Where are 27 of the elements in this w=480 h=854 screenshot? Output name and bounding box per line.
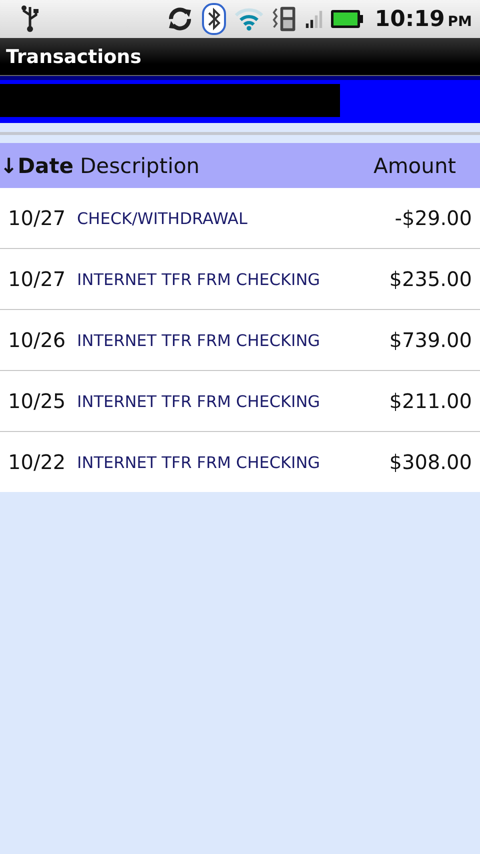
- usb-icon: [20, 5, 40, 33]
- description-cell-text: INTERNET TFR FRM CHECKING: [77, 330, 322, 350]
- amount-cell: $739.00: [389, 328, 472, 352]
- date-cell-text: 10/22: [8, 450, 67, 474]
- column-header[interactable]: Description: [80, 154, 374, 178]
- description-cell-text: CHECK/WITHDRAWAL: [77, 208, 248, 228]
- date-cell-text: 10/26: [8, 328, 67, 352]
- signal-icon: [304, 9, 323, 29]
- window-title: Transactions: [6, 46, 142, 68]
- amount-cell: $235.00: [389, 267, 472, 291]
- description-cell-text: INTERNET TFR FRM CHECKING: [77, 270, 322, 288]
- description-cell-text: INTERNET TFR FRM CHECKING: [77, 392, 322, 410]
- date-cell-text: 10/27: [8, 206, 67, 230]
- amount-cell: -$29.00: [394, 206, 472, 230]
- amount-cell: $308.00: [389, 450, 472, 474]
- clock-meridiem: PM: [448, 14, 472, 30]
- column-header[interactable]: ↓Date: [0, 154, 80, 178]
- vibrate-phone-icon: [272, 5, 298, 33]
- bluetooth-icon: [202, 3, 226, 35]
- date-cell-text: 10/25: [8, 389, 67, 413]
- column-header[interactable]: Amount: [373, 154, 480, 178]
- amount-cell: $211.00: [389, 389, 472, 413]
- battery-icon: [330, 9, 364, 29]
- description-cell-text: INTERNET TFR FRM CHECKING: [77, 452, 322, 472]
- wifi-icon: [232, 6, 265, 32]
- date-cell-text: 10/27: [8, 267, 67, 291]
- clock-time: 10:19: [374, 6, 445, 32]
